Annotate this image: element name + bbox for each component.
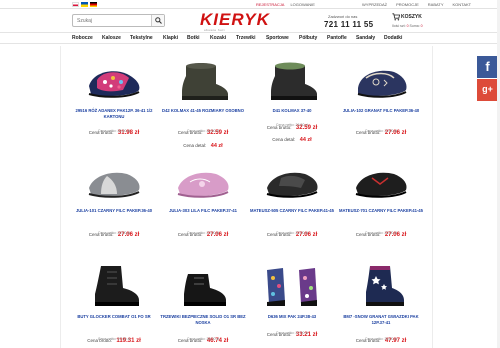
site-logo[interactable]: KIERYK obuwie hurt	[200, 10, 270, 32]
product-image[interactable]	[350, 262, 412, 308]
product-image[interactable]	[83, 56, 145, 102]
product-card[interactable]: MATEUSZ-701 CZARNY FILC PAKEP.41-45 Cena…	[337, 150, 425, 248]
search-box	[72, 14, 165, 27]
product-image[interactable]	[261, 56, 323, 102]
product-name[interactable]: TRZEWIKI BEZPIECZNE SOLID O1 SR BEZ NOSK…	[159, 314, 247, 326]
product-name[interactable]: BM7 -SNOW GRANAT GWIAZDKI PAK 12P.37-41	[337, 314, 425, 326]
nav-item-kozaki[interactable]: Kozaki	[210, 35, 226, 41]
product-image[interactable]	[172, 156, 234, 202]
net-price: Cena netto: 22,00 zł	[186, 231, 220, 235]
cart-sum-value: 0	[420, 24, 423, 28]
product-card[interactable]: MATEUSZ-505 CZARNY FILC PAKEP.41-45 Cena…	[248, 150, 336, 248]
register-link[interactable]: Rejestracja	[256, 2, 284, 7]
product-name[interactable]: D41 KOLMAX 37-40	[248, 108, 336, 114]
google-plus-icon: g+	[482, 84, 493, 94]
product-name[interactable]: D636 MIX PAK 24P.38-43	[248, 314, 336, 320]
product-card[interactable]: 29516 RÓŻ ADANEX PAK12P. 36-41 1/2 KARTO…	[70, 50, 158, 148]
product-image[interactable]	[350, 56, 412, 102]
search-button[interactable]	[151, 15, 164, 26]
product-name[interactable]: JULIA-102 GRANAT FILC PAKEP.36-40	[337, 108, 425, 114]
product-image[interactable]	[261, 156, 323, 202]
account-links: Rejestracja Logowanie	[256, 2, 315, 7]
cart-label: KOSZYK	[401, 14, 422, 20]
facebook-icon: f	[485, 59, 490, 74]
nav-item-kalosze[interactable]: Kalosze	[102, 35, 121, 41]
page: Rejestracja Logowanie Wyprzedaż Promocje…	[0, 0, 500, 348]
logo-text: KIERYK	[200, 10, 270, 29]
nav-item-pantofle[interactable]: Pantofle	[327, 35, 347, 41]
phone-number[interactable]: 721 11 11 55	[324, 20, 373, 29]
product-card[interactable]: BUTY GLOCKER COMBAT O1 FO SR Cena brutto…	[70, 256, 158, 348]
category-nav: Robocze Kalosze Tekstylne Klapki Botki K…	[0, 32, 500, 44]
product-name[interactable]: D42 KOLMAX 41-45 ROZMIARY OSOBNO	[159, 108, 247, 114]
info-links: Wyprzedaż Promocje Rabaty Kontakt	[362, 2, 471, 7]
flag-pl-icon[interactable]	[72, 2, 79, 7]
promotions-link[interactable]: Promocje	[396, 2, 419, 7]
net-price: Cena netto: 22,00 zł	[364, 129, 398, 133]
nav-item-trzewiki[interactable]: Trzewiki	[236, 35, 255, 41]
cart-icon	[392, 13, 400, 21]
nav-item-robocze[interactable]: Robocze	[72, 35, 93, 41]
detal-label: Cena detal:	[183, 143, 207, 148]
product-name[interactable]: JULIA-101 CZARNY FILC PAKEP.36-40	[70, 208, 158, 214]
product-card[interactable]: JULIA-101 CZARNY FILC PAKEP.36-40 Cena b…	[70, 150, 158, 248]
net-price: Cena netto: 38,00 zł	[186, 337, 220, 341]
contact-link[interactable]: Kontakt	[453, 2, 472, 7]
nav-item-polbuty[interactable]: Półbuty	[299, 35, 317, 41]
product-name[interactable]: 29516 RÓŻ ADANEX PAK12P. 36-41 1/2 KARTO…	[70, 108, 158, 120]
product-card[interactable]: JULIA-102 GRANAT FILC PAKEP.36-40 Cena b…	[337, 50, 425, 148]
net-price: Cena netto: 22,00 zł	[364, 231, 398, 235]
nav-item-tekstylne[interactable]: Tekstylne	[130, 35, 153, 41]
nav-item-klapki[interactable]: Klapki	[163, 35, 178, 41]
detal-value: 44 zł	[210, 143, 223, 149]
phone-label: Zadzwoń do nas	[328, 14, 358, 19]
product-name[interactable]: BUTY GLOCKER COMBAT O1 FO SR	[70, 314, 158, 320]
flag-ua-icon[interactable]	[81, 2, 88, 7]
net-price: Cena netto: 22,00 zł	[275, 231, 309, 235]
search-icon	[155, 17, 162, 24]
cart-items-count: 0	[406, 24, 409, 28]
product-image[interactable]	[172, 262, 234, 308]
product-card[interactable]: TRZEWIKI BEZPIECZNE SOLID O1 SR BEZ NOSK…	[159, 256, 247, 348]
top-bar: Rejestracja Logowanie Wyprzedaż Promocje…	[0, 0, 500, 9]
net-price: Cena netto: 26,00 zł	[97, 129, 131, 133]
product-card[interactable]: D41 KOLMAX 37-40 Cena brutto: 32.59 zł C…	[248, 50, 336, 148]
detal-row: Cena detal: 44 zł	[248, 128, 336, 146]
net-price: Cena netto: 39,00 zł	[364, 337, 398, 341]
product-image[interactable]	[83, 156, 145, 202]
detal-label: Cena detal:	[272, 137, 296, 142]
product-image[interactable]	[172, 56, 234, 102]
search-input[interactable]	[77, 16, 149, 26]
product-name[interactable]: JULIA-303 LILA FILC PAKEP.37-41	[159, 208, 247, 214]
detal-value: 44 zł	[299, 137, 312, 143]
product-name[interactable]: MATEUSZ-505 CZARNY FILC PAKEP.41-45	[248, 208, 336, 214]
net-price: Cena netto: 27,00 zł	[275, 331, 309, 335]
cart-summary: Ilość szt: 0 Suma: 0	[392, 24, 423, 28]
language-switcher	[72, 2, 97, 7]
product-image[interactable]	[350, 156, 412, 202]
cart-items-label: Ilość szt:	[392, 24, 406, 28]
nav-item-dodatki[interactable]: Dodatki	[384, 35, 402, 41]
login-link[interactable]: Logowanie	[290, 2, 315, 7]
product-card[interactable]: D42 KOLMAX 41-45 ROZMIARY OSOBNO Cena br…	[159, 50, 247, 149]
sale-link[interactable]: Wyprzedaż	[362, 2, 387, 7]
net-price: Cena netto: 26,50 zł	[275, 123, 309, 127]
net-price: Cena netto: 22,00 zł	[97, 231, 131, 235]
cart-sum-label: Suma:	[409, 24, 420, 28]
nav-item-sportowe[interactable]: Sportowe	[266, 35, 289, 41]
product-card[interactable]: BM7 -SNOW GRANAT GWIAZDKI PAK 12P.37-41 …	[337, 256, 425, 348]
product-card[interactable]: D636 MIX PAK 24P.38-43 Cena brutto: 33.2…	[248, 256, 336, 348]
net-price: Cena netto: 26,50 zł	[186, 129, 220, 133]
facebook-button[interactable]: f	[477, 56, 498, 78]
discounts-link[interactable]: Rabaty	[428, 2, 444, 7]
nav-item-botki[interactable]: Botki	[187, 35, 200, 41]
net-price: Cena netto: 97,00 zł	[97, 337, 131, 341]
product-card[interactable]: JULIA-303 LILA FILC PAKEP.37-41 Cena bru…	[159, 150, 247, 248]
product-image[interactable]	[83, 262, 145, 308]
flag-de-icon[interactable]	[90, 2, 97, 7]
nav-item-sandaly[interactable]: Sandały	[356, 35, 375, 41]
product-image[interactable]	[261, 262, 323, 308]
google-plus-button[interactable]: g+	[477, 79, 498, 101]
product-name[interactable]: MATEUSZ-701 CZARNY FILC PAKEP.41-45	[337, 208, 425, 214]
